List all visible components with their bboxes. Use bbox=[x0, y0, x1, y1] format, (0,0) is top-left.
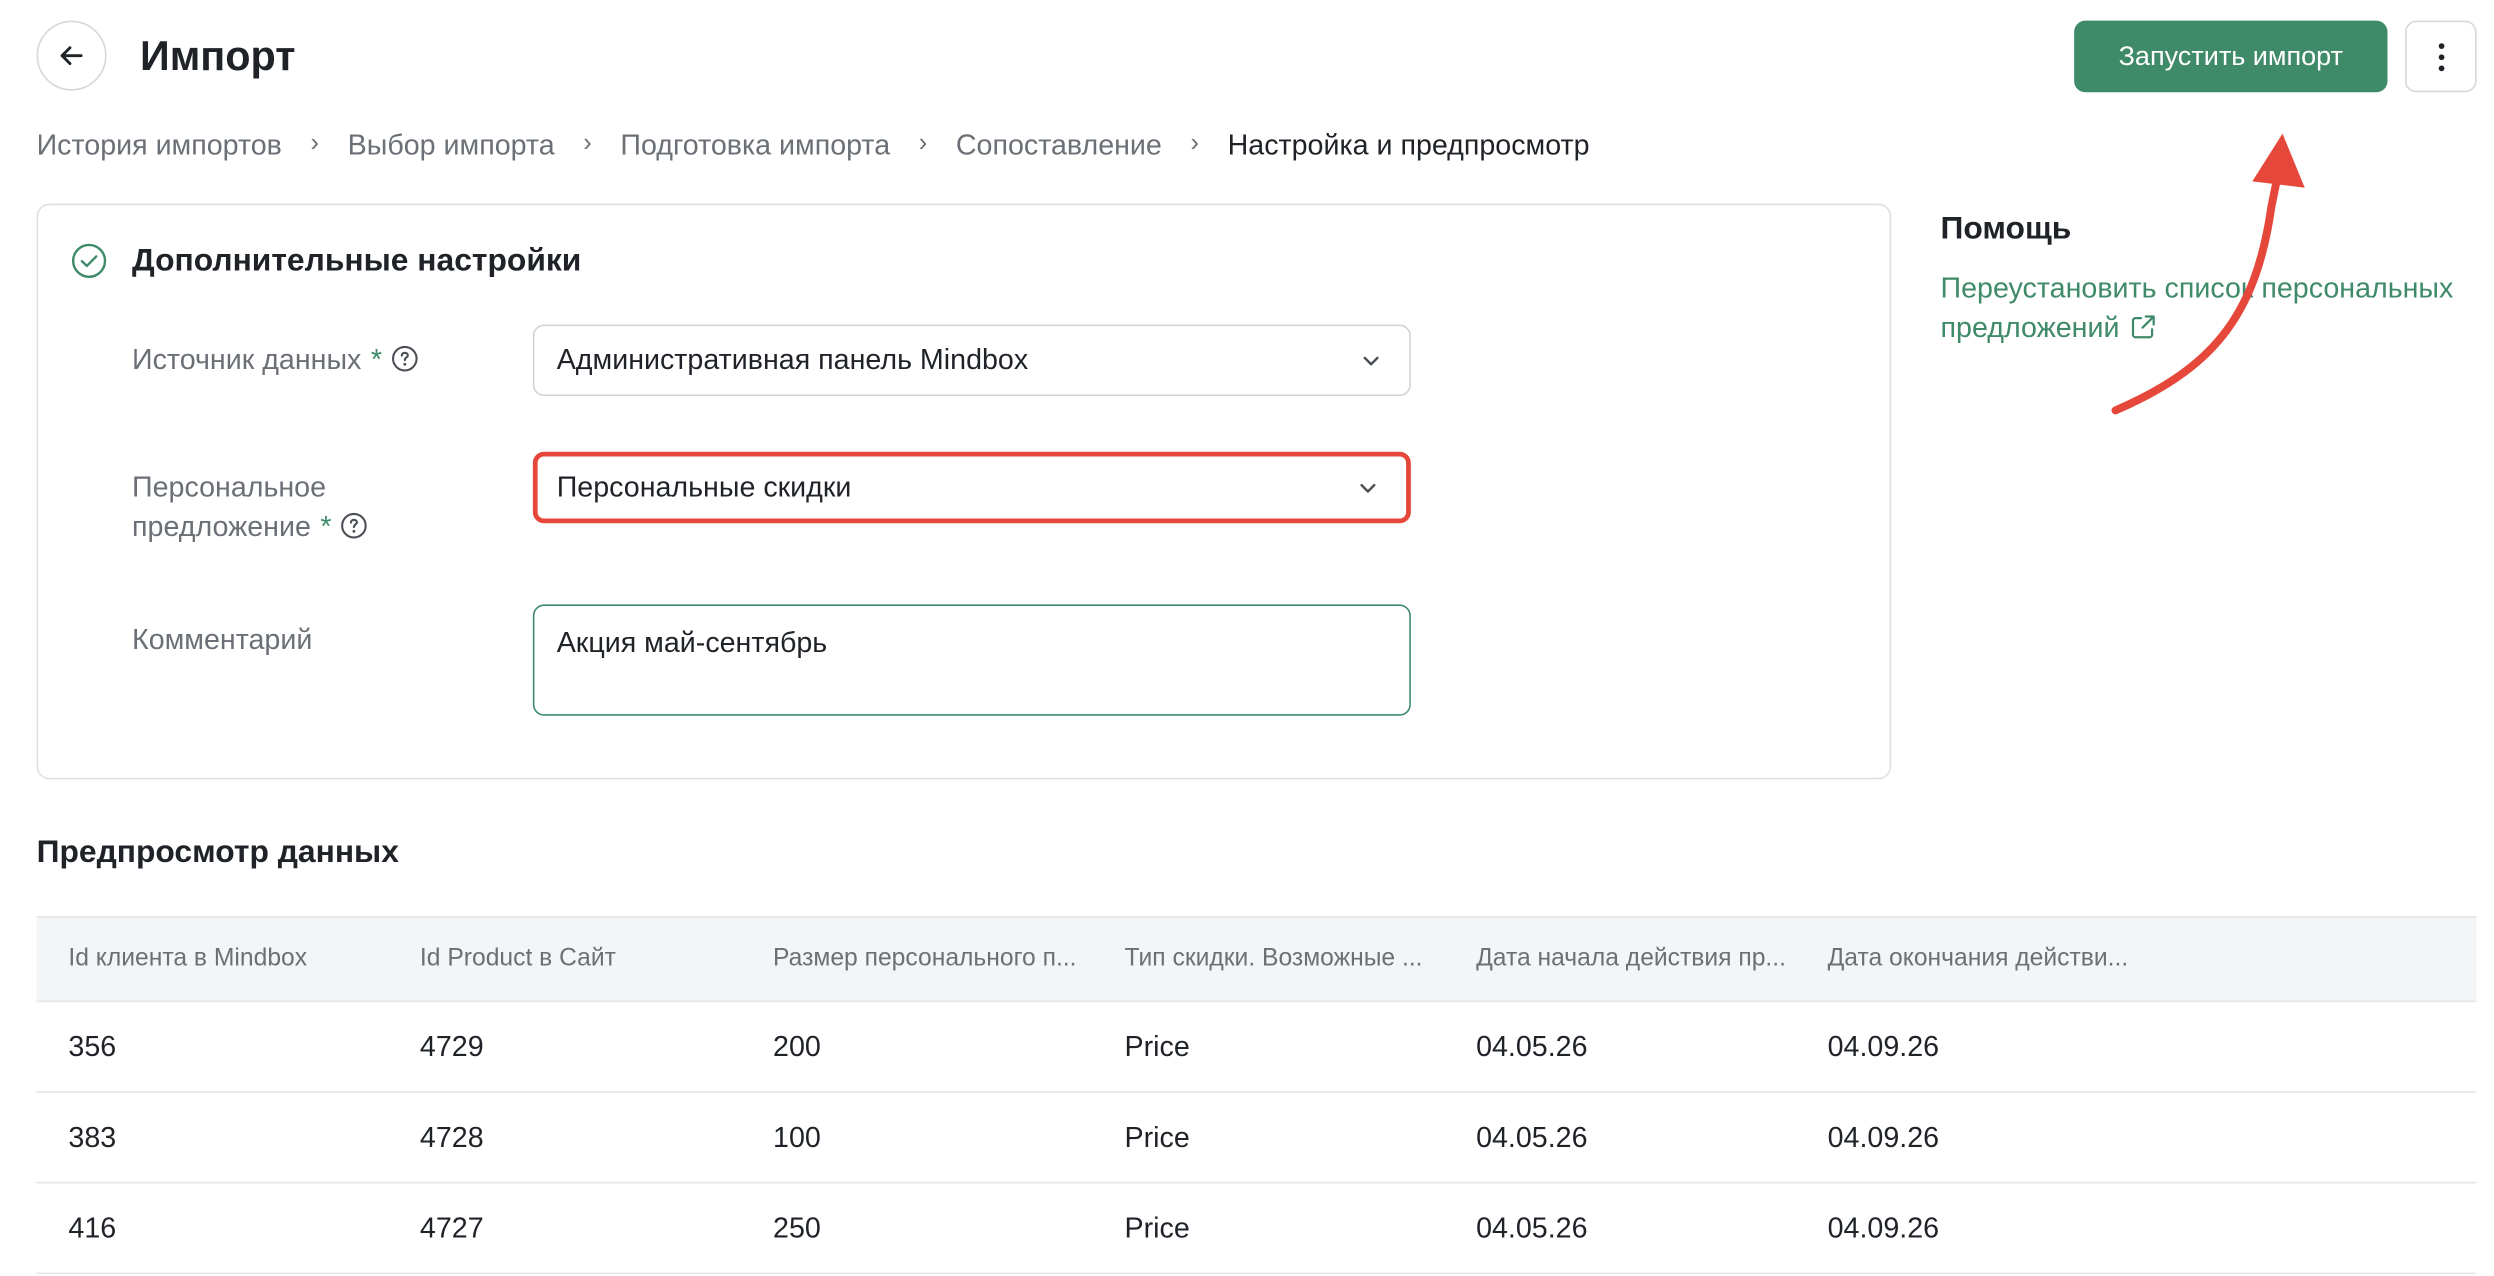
table-cell: Price bbox=[1124, 1029, 1190, 1062]
breadcrumb-separator-icon: › bbox=[583, 130, 592, 158]
reset-offers-link[interactable]: Переустановить список персональных предл… bbox=[1941, 269, 2490, 349]
table-cell: 04.05.26 bbox=[1476, 1029, 1588, 1062]
check-circle-icon bbox=[71, 243, 107, 278]
breadcrumb-import-history[interactable]: История импортов bbox=[37, 126, 282, 164]
column-header: Размер персонального п... bbox=[773, 944, 1077, 972]
source-label: Источник данных * bbox=[132, 340, 419, 380]
table-cell: 200 bbox=[773, 1029, 821, 1062]
more-actions-button[interactable] bbox=[2404, 20, 2477, 93]
breadcrumb-separator-icon: › bbox=[918, 130, 928, 158]
question-circle-icon[interactable] bbox=[392, 346, 419, 373]
breadcrumb-import-choice[interactable]: Выбор импорта bbox=[348, 126, 555, 164]
table-cell: 04.09.26 bbox=[1827, 1029, 1940, 1062]
table-cell: 416 bbox=[68, 1211, 117, 1244]
table-cell: 356 bbox=[68, 1029, 117, 1062]
offer-label: Персональное предложение * bbox=[132, 468, 368, 548]
table-cell: 383 bbox=[68, 1120, 117, 1153]
column-header: Дата начала действия пр... bbox=[1476, 944, 1786, 972]
table-cell: 04.05.26 bbox=[1476, 1211, 1588, 1244]
required-mark: * bbox=[370, 343, 383, 376]
table-row: 416 4727 250 Price 04.05.26 04.09.26 bbox=[36, 1183, 2477, 1275]
table-cell: 04.05.26 bbox=[1476, 1120, 1588, 1153]
import-page: Импорт Запустить импорт История импортов… bbox=[0, 0, 2494, 1276]
table-cell: 4728 bbox=[419, 1120, 484, 1153]
breadcrumb: История импортов › Выбор импорта › Подго… bbox=[37, 126, 1590, 164]
offer-select-value: Персональные скидки bbox=[556, 470, 852, 503]
breadcrumb-import-preparation[interactable]: Подготовка импорта bbox=[620, 126, 890, 164]
kebab-menu-icon bbox=[2437, 42, 2444, 71]
required-mark: * bbox=[320, 510, 332, 543]
table-cell: 100 bbox=[773, 1120, 821, 1153]
table-cell: 4729 bbox=[419, 1029, 484, 1062]
source-select[interactable]: Административная панель Mindbox bbox=[532, 324, 1411, 397]
offer-label-line1: Персональное bbox=[132, 470, 327, 503]
page-title: Импорт bbox=[139, 31, 296, 80]
comment-label: Комментарий bbox=[132, 623, 313, 656]
back-button[interactable] bbox=[36, 20, 107, 91]
source-select-value: Административная панель Mindbox bbox=[556, 343, 1029, 376]
chevron-down-icon bbox=[1363, 355, 1379, 365]
table-cell: 250 bbox=[773, 1211, 821, 1244]
arrow-left-icon bbox=[60, 46, 83, 66]
column-header: Id Product в Сайт bbox=[419, 944, 616, 972]
table-cell: Price bbox=[1124, 1120, 1190, 1153]
preview-table: Id клиента в Mindbox Id Product в Сайт Р… bbox=[36, 916, 2477, 1275]
question-circle-icon[interactable] bbox=[341, 513, 368, 540]
offer-label-line2-row: предложение * bbox=[132, 507, 368, 547]
breadcrumb-current-settings-preview: Настройка и предпросмотр bbox=[1227, 128, 1590, 161]
table-cell: 04.09.26 bbox=[1827, 1211, 1940, 1244]
reset-offers-link-text: Переустановить список персональных предл… bbox=[1940, 271, 2454, 344]
table-cell: 4727 bbox=[419, 1211, 484, 1244]
table-header: Id клиента в Mindbox Id Product в Сайт Р… bbox=[36, 916, 2477, 1003]
run-import-button[interactable]: Запустить импорт bbox=[2074, 20, 2388, 93]
table-cell: Price bbox=[1124, 1211, 1190, 1244]
chevron-down-icon bbox=[1360, 483, 1376, 492]
offer-label-line2: предложение bbox=[132, 510, 311, 543]
table-row: 356 4729 200 Price 04.05.26 04.09.26 bbox=[36, 1002, 2477, 1093]
preview-title: Предпросмотр данных bbox=[36, 835, 399, 871]
settings-title: Дополнительные настройки bbox=[132, 243, 582, 279]
offer-select[interactable]: Персональные скидки bbox=[532, 451, 1411, 524]
column-header: Тип скидки. Возможные ... bbox=[1124, 944, 1423, 972]
comment-textarea[interactable]: Акция май-сентябрь bbox=[532, 604, 1411, 716]
breadcrumb-separator-icon: › bbox=[310, 130, 320, 158]
table-row: 383 4728 100 Price 04.05.26 04.09.26 bbox=[36, 1093, 2477, 1184]
breadcrumb-separator-icon: › bbox=[1190, 130, 1199, 158]
help-title: Помощь bbox=[1940, 211, 2072, 247]
table-cell: 04.09.26 bbox=[1827, 1120, 1940, 1153]
external-link-icon bbox=[2131, 315, 2154, 339]
breadcrumb-mapping[interactable]: Сопоставление bbox=[956, 126, 1162, 164]
column-header: Дата окончания действи... bbox=[1827, 944, 2129, 972]
column-header: Id клиента в Mindbox bbox=[68, 944, 308, 972]
source-label-text: Источник данных bbox=[132, 343, 362, 376]
